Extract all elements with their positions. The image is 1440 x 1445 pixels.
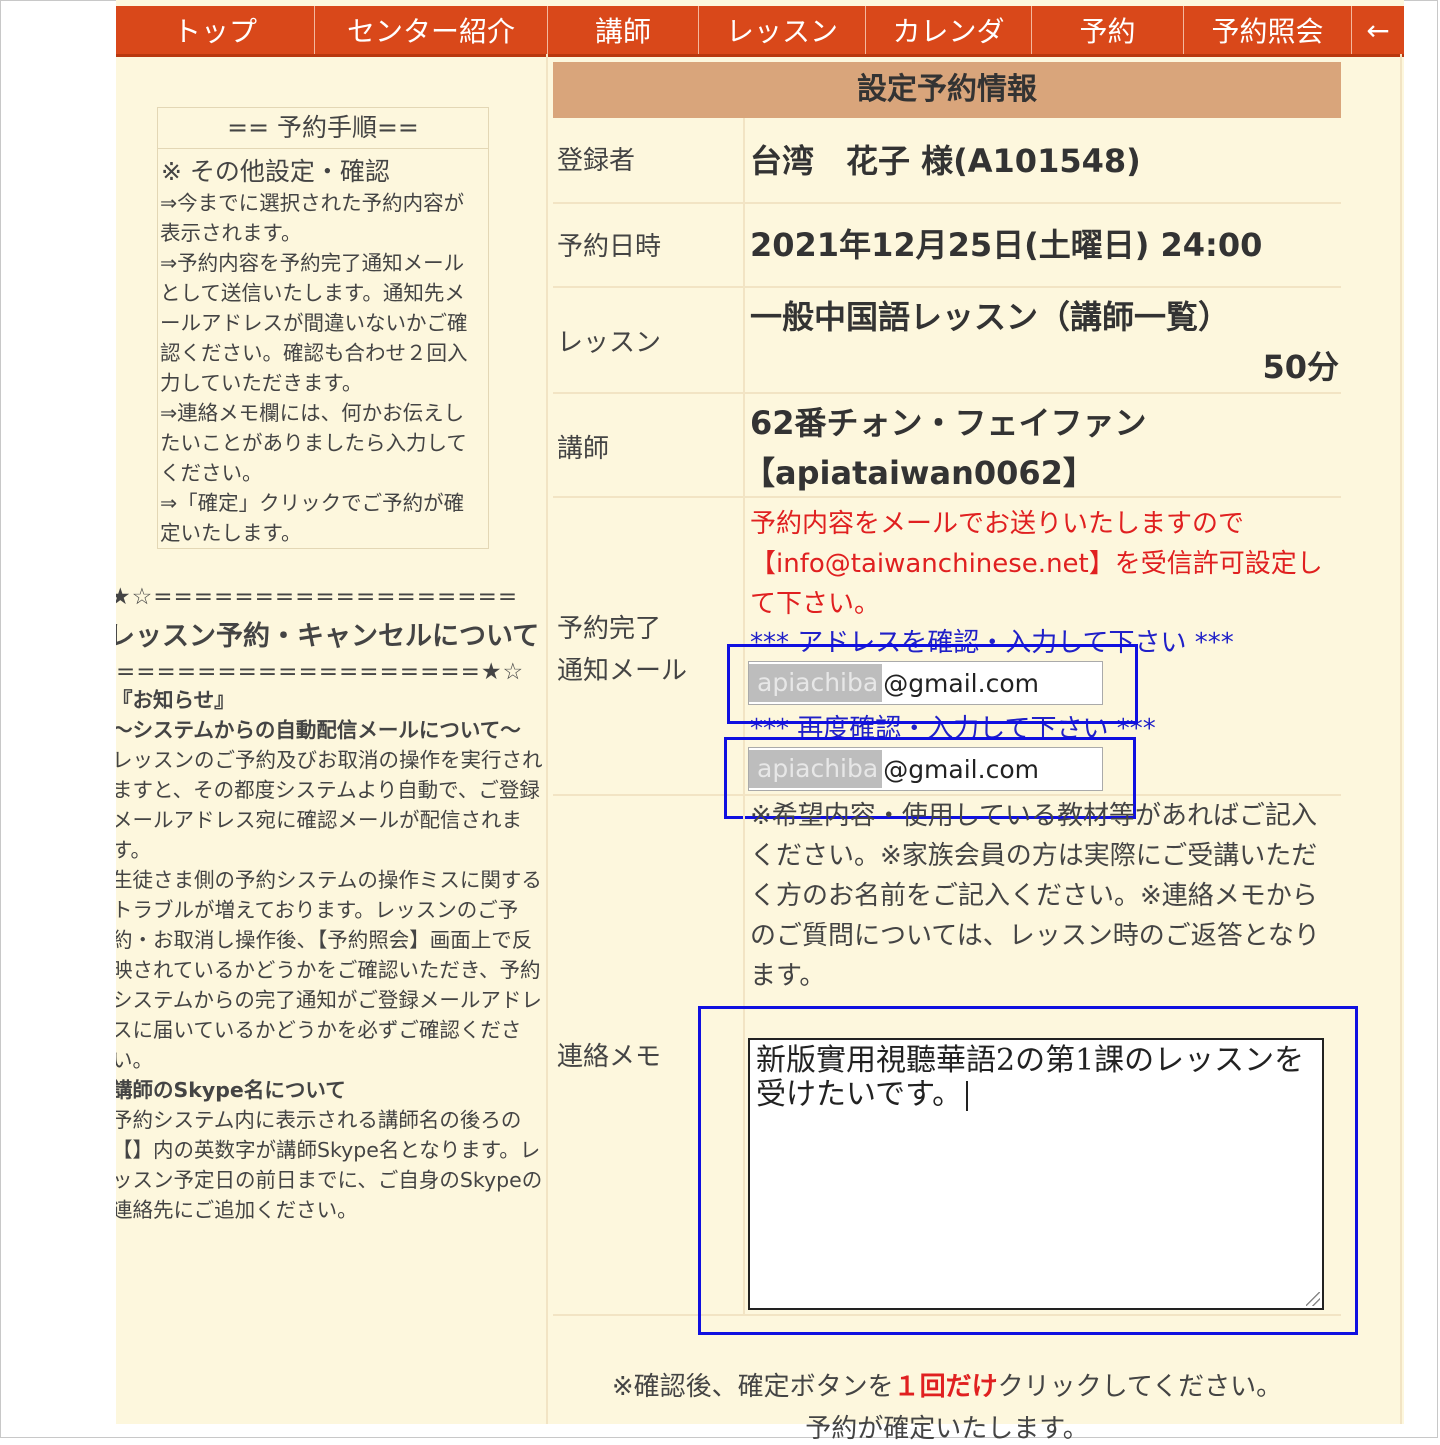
lesson-duration: 50分 [1262,348,1339,386]
news-stars-bottom: ==================★☆ [116,659,525,685]
news-line: い。 [116,1048,153,1072]
news-line: 講師のSkype名について [116,1078,346,1102]
row-teacher: 講師 62番チォン・フェイファン 【apiataiwan0062】 [553,392,1341,498]
news-line: ～システムからの自動配信メールについて～ [116,718,521,742]
news-body: 『お知らせ』 ～システムからの自動配信メールについて～ レッスンのご予約及びお取消の… [116,685,546,1225]
row-lesson: レッスン 一般中国語レッスン（講師一覧） 50分 [553,286,1341,394]
nav-calendar[interactable]: カレンダ [866,6,1032,54]
news-heading: レッスン予約・キャンセルについて [116,621,540,652]
confirm-instruction: ※確認後、確定ボタンを１回だけクリックしてください。 [553,1366,1341,1403]
steps-title: == 予約手順== [158,108,488,149]
news-line: 約・お取消し操作後、【予約照会】画面上で反 [116,928,533,952]
confirm-emphasis: １回だけ [893,1372,998,1402]
datetime-value: 2021年12月25日(土曜日) 24:00 [750,226,1263,264]
teacher-label: 講師 [557,434,610,464]
confirm-post: クリックしてください。 [997,1372,1283,1402]
news-line: 『お知らせ』 [116,688,235,712]
mail-label: 予約完了 通知メール [557,608,687,692]
news-line: 予約システム内に表示される講師名の後ろの [116,1108,522,1132]
steps-line: 認ください。確認も合わせ２回入 [160,341,468,365]
nav-lessons[interactable]: レッスン [699,6,866,54]
row-datetime: 予約日時 2021年12月25日(土曜日) 24:00 [553,202,1341,288]
steps-line: ⇒予約内容を予約完了通知メール [160,251,465,275]
mail-permission-note: 予約内容をメールでお送りいたしますので【info@taiwanchinese.n… [750,509,1323,619]
steps-subtitle: ※ その他設定・確認 [161,157,390,186]
main-nav: トップ センター紹介 講師 レッスン カレンダ 予約 予約照会 ← [116,6,1404,57]
mail-label-line2: 通知メール [557,656,688,686]
news-stars-top: ★☆================== [116,584,519,610]
steps-line: ールアドレスが間違いないかご確 [160,311,468,335]
nav-reservation-inquiry[interactable]: 予約照会 [1184,6,1352,54]
steps-line: 力していただきます。 [160,371,363,395]
nav-center-intro[interactable]: センター紹介 [315,6,548,54]
memo-instructions: ※希望内容・使用している教材等があればご記入ください。※家族会員の方は実際にご受… [750,801,1320,991]
memo-label: 連絡メモ [557,1042,662,1072]
reservation-info-header: 設定予約情報 [553,62,1341,118]
news-line: メールアドレス宛に確認メールが配信されま [116,808,522,832]
steps-line: たいことがありましたら入力して [160,431,467,455]
steps-line: として送信いたします。通知先メ [160,281,465,305]
lesson-value: 一般中国語レッスン（講師一覧） [750,298,1231,336]
steps-line: 表示されます。 [160,221,302,245]
nav-reservation[interactable]: 予約 [1032,6,1184,54]
steps-line: ⇒連絡メモ欄には、何かお伝えし [160,401,465,425]
news-line: す。 [116,838,151,862]
steps-line: ください。 [160,461,263,485]
nav-back-arrow-icon[interactable]: ← [1352,6,1404,54]
right-margin-divider [1400,54,1402,1424]
news-line: ますと、その都度システムより自動で、ご登録 [116,778,540,802]
news-line: ッスン予定日の前日までに、ご自身のSkypeの [116,1168,543,1192]
confirm-pre: ※確認後、確定ボタンを [611,1372,894,1402]
steps-line: ⇒「確定」クリックでご予約が確 [160,491,465,515]
nav-top[interactable]: トップ [116,6,315,54]
highlight-memo-textarea [698,1006,1358,1335]
news-line: レッスンのご予約及びお取消の操作を実行され [116,748,543,772]
news-line: 映されているかどうかをご確認いただき、予約 [116,958,541,982]
column-divider [546,54,548,1424]
datetime-label: 予約日時 [557,232,662,262]
highlight-email-field [727,644,1138,724]
lesson-label: レッスン [557,328,662,358]
steps-body: ⇒今までに選択された予約内容が 表示されます。 ⇒予約内容を予約完了通知メール として… [158,188,488,548]
news-line: 連絡先にご追加ください。 [116,1198,358,1222]
teacher-name: 62番チォン・フェイファン [750,404,1147,442]
row-registrant: 登録者 台湾 花子 様(A101548) [553,118,1341,204]
teacher-skype: 【apiataiwan0062】 [743,454,1095,492]
nav-teachers[interactable]: 講師 [548,6,699,54]
news-line: 生徒さま側の予約システムの操作ミスに関する [116,868,542,892]
news-line: システムからの完了通知がご登録メールアドレ [116,988,542,1012]
confirm-instruction-line2: 予約が確定いたします。 [805,1414,1089,1444]
news-line: スに届いているかどうかを必ずご確認くださ [116,1018,522,1042]
news-line: トラブルが増えております。レッスンのご予 [116,898,519,922]
steps-line: ⇒今までに選択された予約内容が [160,191,465,215]
registrant-label: 登録者 [557,146,636,176]
news-line: 【】内の英数字が講師Skype名となります。レ [116,1138,541,1162]
mail-label-line1: 予約完了 [557,614,662,644]
steps-line: 定いたします。 [160,521,302,545]
reservation-steps-box: == 予約手順== ※ その他設定・確認 ⇒今までに選択された予約内容が 表示され… [157,107,489,549]
news-section: ★☆================== レッスン予約・キャンセルについて ==… [116,584,546,1225]
registrant-value: 台湾 花子 様(A101548) [750,142,1141,180]
